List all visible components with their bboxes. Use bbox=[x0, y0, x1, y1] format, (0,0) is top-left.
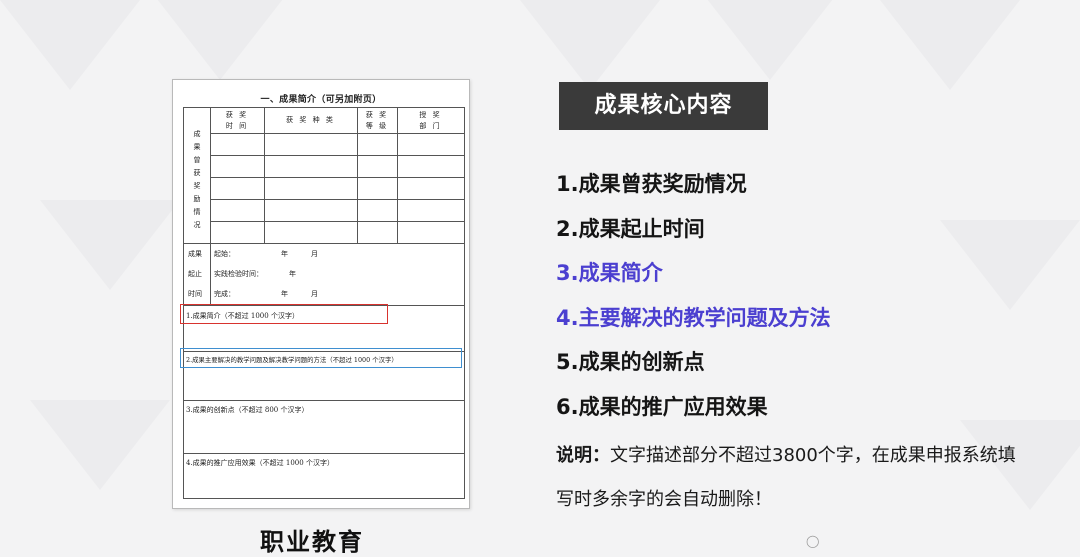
document-title: 一、成果简介（可另加附页） bbox=[260, 95, 382, 105]
header-award-level: 获 奖 等 级 bbox=[365, 111, 389, 130]
period-practice: 实践检验时间： bbox=[214, 270, 263, 278]
period-label-1: 成果 bbox=[188, 250, 202, 258]
note-label: 说明： bbox=[556, 445, 610, 466]
period-end: 完成： bbox=[214, 290, 235, 298]
list-item: 1.成果曾获奖励情况 bbox=[556, 172, 747, 196]
period-start: 起始： bbox=[214, 250, 235, 258]
form-table: 获 奖 时 间 获 奖 种 类 获 奖 等 级 授 奖 部 门 成 果 曾 获 … bbox=[183, 107, 465, 499]
core-content-list: 1.成果曾获奖励情况 2.成果起止时间 3.成果简介 4.主要解决的教学问题及方… bbox=[556, 167, 831, 434]
header-award-type: 获 奖 种 类 bbox=[286, 116, 335, 124]
list-item-highlighted: 4.主要解决的教学问题及方法 bbox=[556, 305, 831, 330]
period-unit: 年 bbox=[281, 250, 288, 258]
application-form-document: 一、成果简介（可另加附页） 获 奖 时 间 获 奖 种 类 获 奖 等 级 授 … bbox=[172, 79, 470, 509]
header-award-dept: 授 奖 部 门 bbox=[419, 111, 442, 130]
award-section-label: 成 果 曾 获 奖 励 情 况 bbox=[193, 130, 201, 229]
explanation-note: 说明：文字描述部分不超过3800个字，在成果申报系统填写时多余字的会自动删除！ bbox=[556, 434, 1016, 522]
period-unit: 月 bbox=[311, 250, 318, 258]
period-unit: 年 bbox=[281, 290, 288, 298]
section-application: 4.成果的推广应用效果（不超过 1000 个汉字） bbox=[186, 459, 334, 467]
highlight-box-problems bbox=[180, 348, 462, 368]
list-item-highlighted: 3.成果简介 bbox=[556, 261, 663, 285]
list-item: 2.成果起止时间 bbox=[556, 216, 705, 241]
section-innovation: 3.成果的创新点（不超过 800 个汉字） bbox=[186, 406, 309, 414]
list-item: 5.成果的创新点 bbox=[556, 350, 705, 374]
highlight-box-summary bbox=[180, 304, 388, 324]
period-label-2: 起止 bbox=[188, 270, 202, 278]
list-item: 6.成果的推广应用效果 bbox=[556, 394, 768, 419]
period-label-3: 时间 bbox=[188, 290, 202, 298]
header-award-time: 获 奖 时 间 bbox=[225, 111, 249, 130]
note-text: 文字描述部分不超过3800个字，在成果申报系统填写时多余字的会自动删除！ bbox=[556, 445, 1016, 510]
period-unit: 月 bbox=[311, 290, 318, 298]
watermark-icon: ◯ bbox=[806, 534, 820, 548]
section-badge: 成果核心内容 bbox=[559, 82, 768, 130]
period-unit: 年 bbox=[289, 270, 296, 278]
document-caption: 职业教育 bbox=[260, 528, 364, 556]
